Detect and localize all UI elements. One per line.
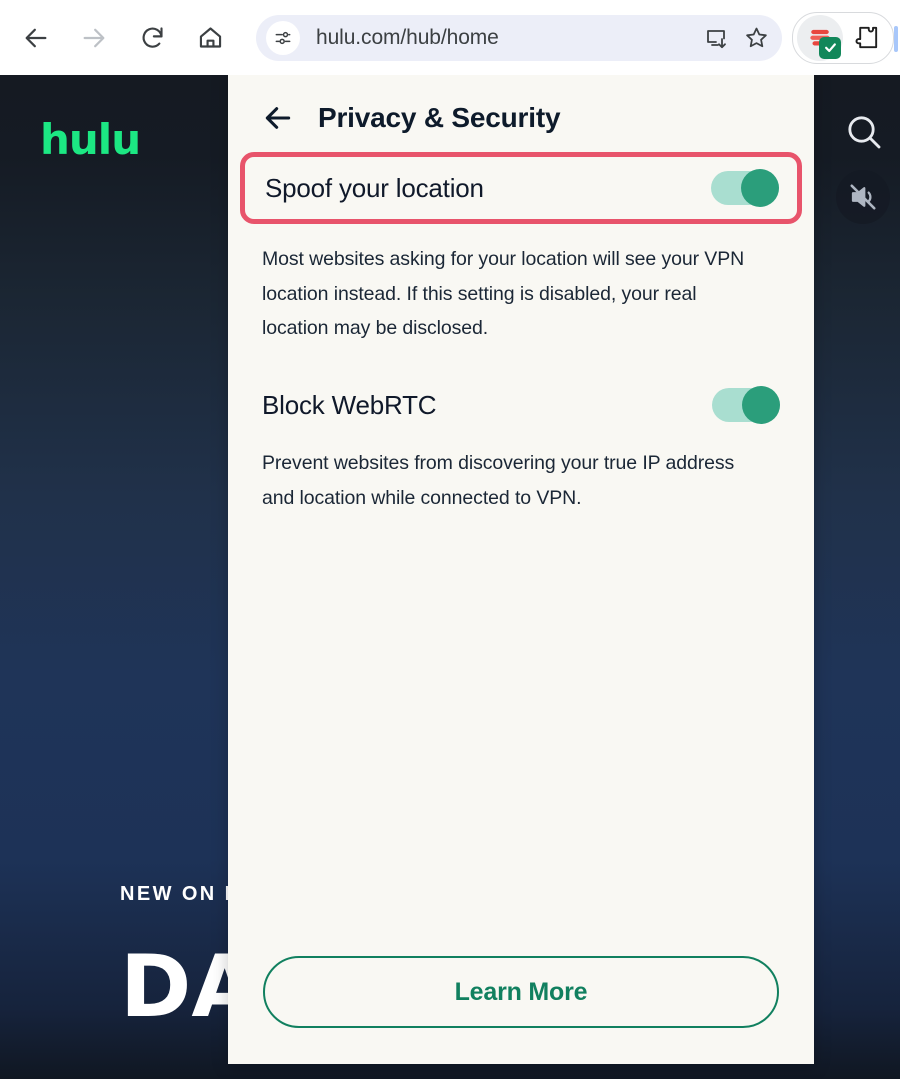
vpn-shield-icon[interactable]: [797, 14, 843, 61]
setting-description-block-webrtc: Prevent websites from discovering your t…: [262, 452, 735, 509]
setting-label-spoof-location: Spoof your location: [265, 172, 484, 203]
browser-back-button[interactable]: [14, 16, 58, 60]
install-app-icon[interactable]: [696, 18, 736, 58]
toggle-spoof-location[interactable]: [711, 169, 779, 207]
learn-more-button[interactable]: Learn More: [263, 956, 779, 1028]
toggle-knob: [742, 386, 780, 425]
toggle-knob: [741, 169, 779, 207]
hulu-logo[interactable]: hulu: [40, 115, 141, 164]
learn-more-container: Learn More: [228, 956, 814, 1028]
page-title: Privacy & Security: [318, 102, 561, 133]
text-cursor-indicator: [894, 26, 898, 52]
setting-row-spoof-location[interactable]: Spoof your location: [265, 169, 779, 207]
address-bar[interactable]: hulu.com/hub/home: [256, 14, 782, 61]
setting-row-block-webrtc[interactable]: Block WebRTC: [262, 386, 780, 425]
browser-home-button[interactable]: [188, 16, 232, 60]
block-webrtc-section: Block WebRTC Prevent websites from disco…: [228, 386, 814, 515]
search-icon[interactable]: [840, 108, 888, 156]
browser-forward-button[interactable]: [72, 16, 116, 60]
spoof-location-highlight: Spoof your location: [240, 152, 802, 224]
toggle-block-webrtc[interactable]: [712, 386, 780, 425]
panel-back-icon[interactable]: [262, 100, 304, 136]
panel-header: Privacy & Security: [228, 66, 814, 136]
browser-reload-button[interactable]: [130, 16, 174, 60]
volume-muted-icon[interactable]: [836, 170, 890, 224]
tune-icon[interactable]: [266, 20, 300, 55]
browser-toolbar: hulu.com/hub/home: [0, 0, 900, 75]
extensions-group: [792, 11, 894, 64]
url-text[interactable]: hulu.com/hub/home: [316, 26, 696, 50]
vpn-extension-panel: Privacy & Security Spoof your location M…: [228, 66, 814, 1064]
setting-label-block-webrtc: Block WebRTC: [262, 389, 437, 420]
star-icon[interactable]: [736, 18, 776, 58]
setting-description-spoof-location: Most websites asking for your location w…: [262, 248, 745, 340]
check-icon: [819, 36, 841, 59]
puzzle-piece-icon[interactable]: [843, 15, 889, 61]
